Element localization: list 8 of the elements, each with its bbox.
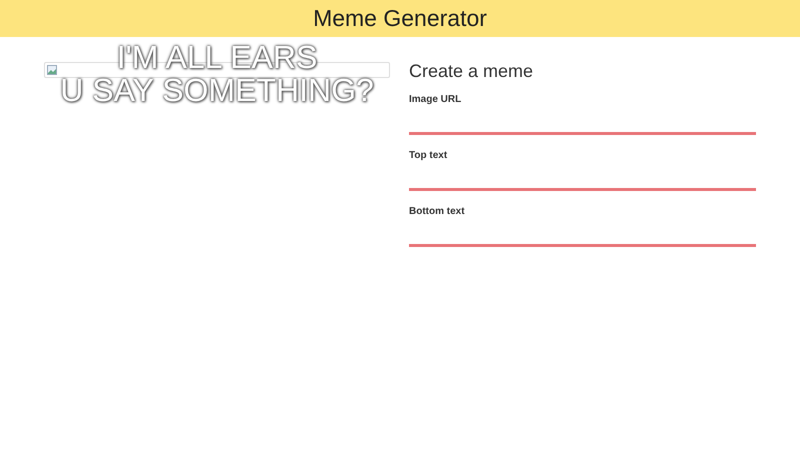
form-heading: Create a meme [409, 61, 534, 82]
field-label: Bottom text [409, 206, 465, 217]
broken-image-icon [47, 65, 57, 75]
field-label: Top text [409, 150, 448, 161]
field-label: Image URL [409, 94, 462, 105]
meme-bottom-text: U SAY SOMETHING? [60, 74, 374, 107]
app-title: Meme Generator [313, 5, 487, 32]
meme-top-text: I'M ALL EARS [116, 41, 318, 74]
